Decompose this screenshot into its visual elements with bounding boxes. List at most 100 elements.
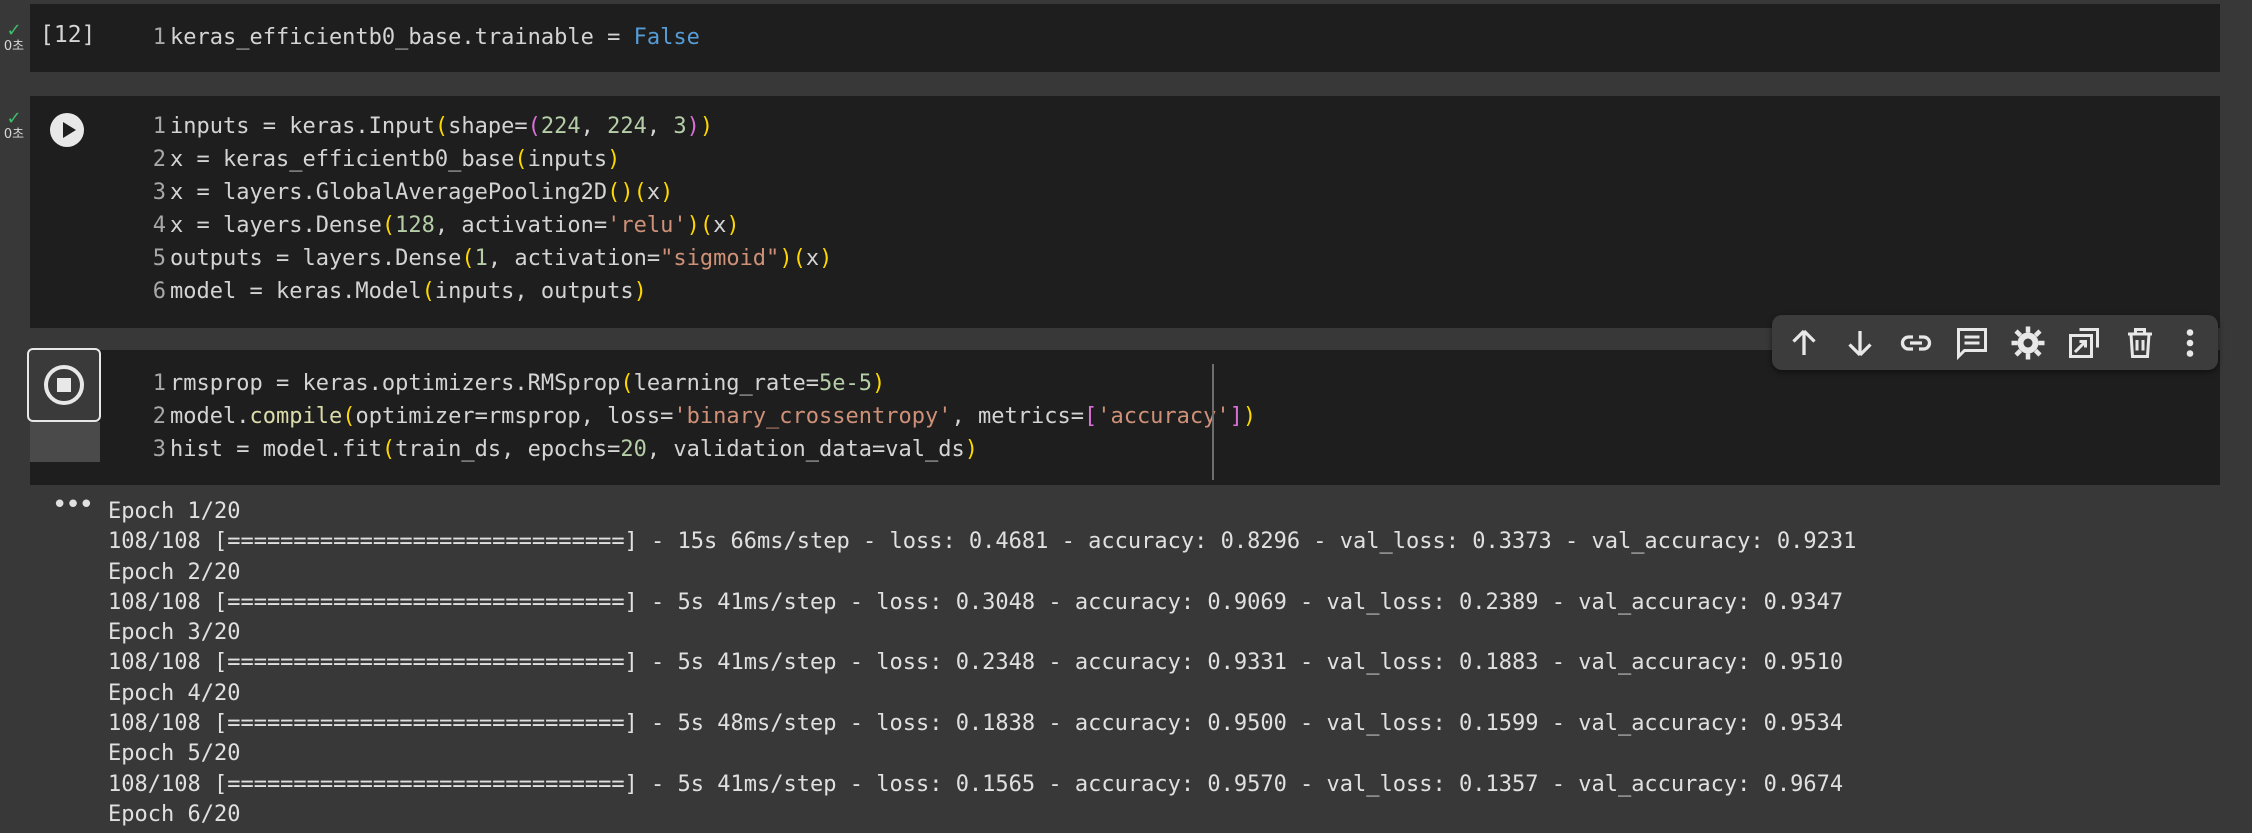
- code-token: learning_rate=: [633, 371, 820, 396]
- stop-cell-button[interactable]: [27, 348, 101, 422]
- line-number: 3: [152, 437, 166, 462]
- code-token: (: [514, 147, 528, 172]
- line-number: 1: [152, 114, 166, 139]
- code-token: optimizer=rmsprop, loss=: [355, 404, 674, 429]
- output-line: 108/108 [==============================]…: [108, 650, 1844, 676]
- code-token: rmsprop = keras.optimizers.RMSprop: [170, 371, 621, 396]
- stop-icon: [44, 365, 84, 405]
- code-token: inputs = keras.Input: [170, 114, 435, 139]
- code-token: x: [713, 213, 727, 238]
- code-token: keras_efficientb0_base.trainable =: [170, 25, 634, 50]
- code-token: 224: [540, 114, 581, 139]
- code-token: ): [660, 180, 674, 205]
- code-token: x = layers.Dense: [170, 213, 382, 238]
- code-token: hist = model.fit: [170, 437, 382, 462]
- code-token: , activation=: [487, 246, 661, 271]
- line-number: 4: [152, 213, 166, 238]
- code-token: ): [1242, 404, 1257, 429]
- cell-side-strip: [30, 422, 100, 462]
- run-cell-button[interactable]: [50, 113, 84, 147]
- code-token: 'relu': [607, 213, 687, 238]
- copy-link-button[interactable]: [1898, 325, 1934, 361]
- execution-count: [12]: [40, 22, 96, 48]
- move-cell-up-button[interactable]: [1786, 325, 1822, 361]
- code-line: 2x = keras_efficientb0_base(inputs): [144, 143, 832, 176]
- code-token: ): [964, 437, 978, 462]
- code-token: (: [527, 114, 541, 139]
- code-line: 6 model = keras.Model(inputs, outputs): [144, 275, 832, 308]
- code-token: ): [633, 279, 647, 304]
- line-number: 2: [152, 404, 166, 429]
- arrow-down-icon: [1848, 331, 1872, 357]
- code-cell-3[interactable]: 1 rmsprop = keras.optimizers.RMSprop ( lear…: [27, 348, 2220, 485]
- editor-ruler: [1212, 364, 1214, 480]
- code-token: shape=: [448, 114, 528, 139]
- code-token: x = layers.GlobalAveragePooling2D: [170, 180, 608, 205]
- code-token: (: [699, 213, 714, 238]
- code-editor[interactable]: 1 inputs = keras.Input(shape=(224, 224, 3…: [144, 110, 833, 308]
- cell-toolbar: [1772, 315, 2218, 370]
- code-token: train_ds, epochs=: [395, 437, 621, 462]
- code-token: ): [779, 246, 793, 271]
- code-token: ]: [1229, 404, 1243, 429]
- move-cell-down-button[interactable]: [1842, 325, 1878, 361]
- code-token: model.: [170, 404, 250, 429]
- cell-2-status: ✓ 0초: [0, 108, 28, 142]
- code-cell-2[interactable]: 1 inputs = keras.Input(shape=(224, 224, 3…: [30, 96, 2220, 328]
- arrow-up-icon: [1792, 329, 1816, 355]
- code-token: model = keras.Model: [170, 279, 422, 304]
- code-editor[interactable]: 1 rmsprop = keras.optimizers.RMSprop ( lear…: [144, 367, 1256, 466]
- code-token: 128: [395, 213, 435, 238]
- code-token: 224: [607, 114, 647, 139]
- code-token: ): [726, 213, 740, 238]
- output-line: Epoch 2/20: [108, 559, 241, 585]
- check-icon: ✓: [6, 108, 22, 129]
- cell-output: ••• Epoch 1/20 108/108 [=================…: [30, 485, 2220, 833]
- code-token: ): [872, 371, 886, 396]
- code-line: 5 outputs = layers.Dense(1, activation="s…: [144, 242, 833, 275]
- output-line: 108/108 [==============================]…: [108, 711, 1844, 737]
- comment-icon: [1957, 328, 1987, 361]
- code-line: 1 rmsprop = keras.optimizers.RMSprop(lear…: [144, 367, 1256, 400]
- code-line: 3 hist = model.fit(train_ds, epochs=20, v…: [144, 433, 1256, 466]
- code-token: ,: [646, 114, 674, 139]
- code-token: x: [805, 246, 820, 271]
- add-comment-button[interactable]: [1954, 325, 1990, 361]
- code-token: , activation=: [434, 213, 608, 238]
- line-number: 5: [152, 246, 166, 271]
- code-token: x = keras_efficientb0_base: [170, 147, 515, 172]
- more-vert-icon: [2186, 329, 2194, 357]
- code-token: 3: [673, 114, 687, 139]
- code-line: 2 model.compile(optimizer=rmsprop, loss='…: [144, 400, 1256, 433]
- code-token: (: [381, 437, 396, 462]
- code-line: 4x = layers.Dense(128, activation='relu'…: [144, 209, 832, 242]
- line-number: 1: [152, 371, 166, 396]
- code-token: ): [607, 147, 621, 172]
- code-token: , metrics=: [951, 404, 1084, 429]
- cell-settings-button[interactable]: [2010, 325, 2046, 361]
- code-token: (: [633, 180, 647, 205]
- line-number: 1: [152, 25, 166, 50]
- cell-2-exec-time: 0초: [3, 127, 25, 142]
- code-token: outputs = layers.Dense: [170, 246, 462, 271]
- code-token: 'accuracy': [1097, 404, 1230, 429]
- code-token: ): [686, 114, 700, 139]
- code-line: 1 inputs = keras.Input(shape=(224, 224, 3…: [144, 110, 832, 143]
- code-token: (: [792, 246, 806, 271]
- output-actions-icon[interactable]: •••: [52, 490, 94, 520]
- code-token: (: [461, 246, 475, 271]
- code-editor[interactable]: 1 keras_efficientb0_base.trainable = Fals…: [144, 21, 700, 54]
- line-number: 6: [152, 279, 166, 304]
- output-line: 108/108 [==============================]…: [108, 771, 1844, 797]
- line-number: 3: [152, 180, 166, 205]
- check-icon: ✓: [6, 20, 22, 41]
- more-actions-button[interactable]: [2178, 325, 2202, 361]
- code-token: 'binary_crossentropy': [673, 404, 952, 429]
- code-token: (): [607, 180, 634, 205]
- code-token: (: [381, 213, 396, 238]
- code-token: 5e-5: [819, 371, 873, 396]
- code-token: x: [646, 180, 661, 205]
- delete-cell-button[interactable]: [2122, 325, 2158, 361]
- mirror-cell-button[interactable]: [2066, 325, 2102, 361]
- code-cell-1[interactable]: [12] 1 keras_efficientb0_base.trainable =…: [30, 4, 2220, 72]
